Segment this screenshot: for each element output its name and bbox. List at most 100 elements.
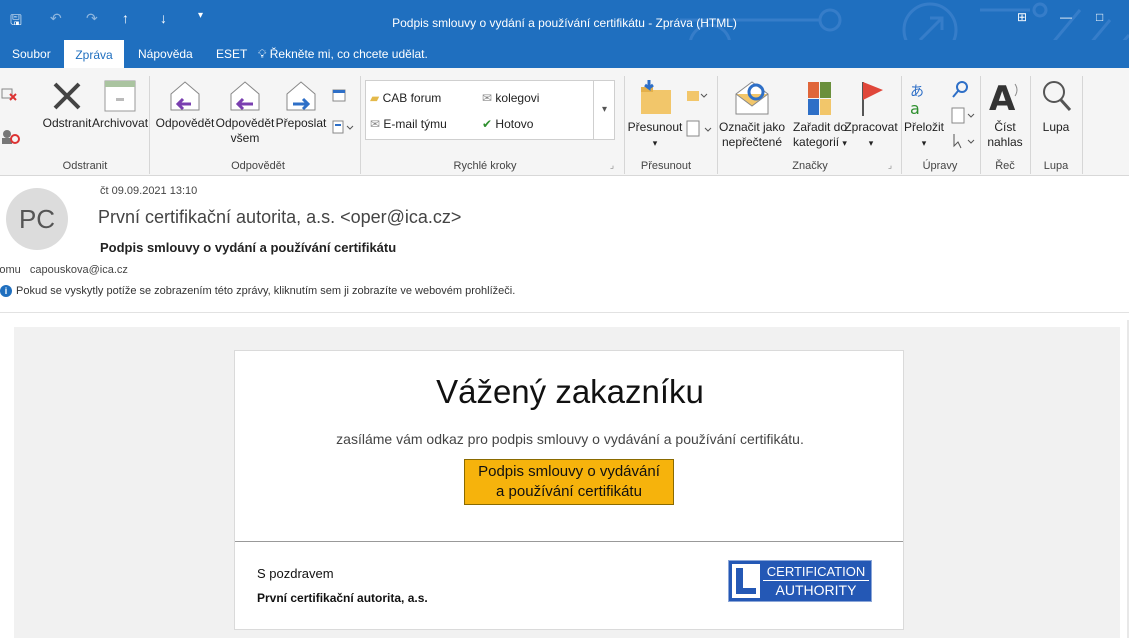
quick-steps-gallery: ▰ CAB forum ✉ kolegovi ✉ E-mail týmu ✔ H… (365, 80, 615, 140)
read-aloud-button[interactable]: A Číst nahlas (982, 78, 1028, 150)
header-divider (0, 312, 1129, 313)
reply-button[interactable]: Odpovědět (154, 78, 216, 131)
divider (1082, 76, 1083, 174)
info-icon: i (0, 285, 12, 297)
message-date: čt 09.09.2021 13:10 (100, 185, 198, 197)
follow-up-dropdown-icon: ▾ (868, 138, 874, 148)
reply-label: Odpovědět (155, 116, 215, 130)
move-dropdown-icon: ▾ (652, 138, 658, 148)
divider (1030, 76, 1031, 174)
group-respond-label: Odpovědět (231, 160, 285, 172)
mark-unread-button[interactable]: Označit jako nepřečtené (718, 78, 786, 150)
quick-step-email-team[interactable]: ✉ E-mail týmu (370, 117, 447, 131)
delete-button[interactable]: Odstranit (38, 78, 96, 131)
read-aloud-label-2: nahlas (987, 135, 1023, 149)
translate-button[interactable]: あa Přeložit ▾ (902, 78, 946, 151)
zoom-icon (1043, 81, 1072, 112)
minimize-button[interactable]: — (1060, 10, 1072, 24)
tab-eset[interactable]: ESET (216, 40, 247, 68)
ribbon: Odstranit Archivovat Odstranit Odpovědět… (0, 68, 1129, 176)
info-bar[interactable]: i Pokud se vyskytly potíže se zobrazením … (0, 285, 515, 297)
tab-soubor[interactable]: Soubor (12, 40, 51, 68)
actions-icon[interactable] (686, 120, 712, 138)
group-delete-label: Odstranit (62, 160, 108, 172)
checkmark-icon: ✔ (482, 117, 493, 131)
title-bar: 🖫 ↶ ↷ ↑ ↓ ▾ Podpis smlouvy o vydání a po… (0, 0, 1129, 40)
mark-unread-label-1: Označit jako (718, 120, 786, 134)
email-forward-icon: ✉ (482, 91, 493, 105)
move-label: Přesunout (627, 120, 683, 134)
divider (149, 76, 150, 174)
cta-line-2: a používání certifikátu (496, 483, 642, 500)
archive-icon (104, 80, 136, 112)
follow-up-button[interactable]: Zpracovat ▾ (842, 78, 900, 151)
maximize-button[interactable]: □ (1096, 10, 1103, 24)
email-icon: ✉ (370, 117, 381, 131)
mark-unread-label-2: nepřečtené (721, 135, 783, 149)
recipient[interactable]: capouskova@ica.cz (30, 264, 128, 276)
ribbon-tabs: Soubor Zpráva Nápověda ESET 💡︎ Řekněte m… (0, 40, 1129, 68)
forward-icon (286, 81, 316, 111)
select-icon[interactable] (950, 132, 976, 150)
info-bar-text: Pokud se vyskytly potíže se zobrazením t… (16, 285, 516, 297)
svg-text:あ: あ (910, 84, 924, 100)
group-speech-label: Řeč (995, 160, 1015, 172)
logo-line-1: CERTIFICATION (763, 564, 869, 581)
translate-dropdown-icon: ▾ (921, 138, 927, 148)
svg-text:a: a (910, 99, 920, 118)
read-aloud-label-1: Číst (994, 120, 1016, 134)
flag-icon (862, 82, 883, 116)
content-divider (235, 541, 903, 542)
reply-all-button[interactable]: Odpovědět všem (214, 78, 276, 146)
email-content: Vážený zakazníku zasíláme vám odkaz pro … (234, 350, 904, 630)
tell-me-search[interactable]: 💡︎ Řekněte mi, co chcete udělat. (258, 40, 428, 68)
find-icon[interactable] (950, 80, 970, 100)
ignore-icon[interactable] (0, 86, 18, 102)
quick-step-done[interactable]: ✔ Hotovo (482, 117, 533, 131)
tab-zprava[interactable]: Zpráva (64, 40, 124, 68)
translate-label: Přeložit (903, 120, 944, 134)
logo-line-2: AUTHORITY (775, 582, 857, 598)
zoom-button[interactable]: Lupa (1034, 78, 1078, 135)
reply-all-icon (230, 81, 260, 111)
translate-icon: あa (910, 84, 924, 118)
ribbon-display-icon[interactable]: ⊞ (1017, 10, 1027, 24)
related-icon[interactable] (950, 106, 976, 126)
meeting-icon[interactable] (332, 88, 346, 102)
mark-unread-icon (735, 81, 769, 115)
forward-label: Přeposlat (275, 116, 327, 130)
more-respond-icon[interactable] (332, 120, 354, 134)
tags-launcher-icon[interactable]: ⌟ (885, 160, 895, 171)
divider (360, 76, 361, 174)
avatar: PC (6, 188, 68, 250)
group-move-label: Přesunout (640, 160, 692, 172)
categorize-label-2: kategorií (793, 135, 840, 149)
zoom-label: Lupa (1042, 120, 1070, 134)
quick-steps-scroll[interactable]: ▾ (593, 80, 615, 140)
divider (980, 76, 981, 174)
read-aloud-icon: A (989, 79, 1018, 118)
forward-button[interactable]: Přeposlat (275, 78, 327, 131)
quick-step-cab-forum[interactable]: ▰ CAB forum (370, 91, 441, 105)
quick-step-colleagues[interactable]: ✉ kolegovi (482, 91, 539, 105)
quick-steps-launcher-icon[interactable]: ⌟ (607, 160, 617, 171)
tab-napoveda[interactable]: Nápověda (138, 40, 193, 68)
rules-icon[interactable] (686, 88, 708, 104)
email-greeting: Vážený zakazníku (436, 373, 704, 410)
group-tags-label: Značky (792, 160, 828, 172)
cta-line-1: Podpis smlouvy o vydávání (478, 463, 660, 480)
delete-icon (53, 82, 81, 110)
archive-label: Archivovat (92, 116, 149, 130)
sign-contract-link-button[interactable]: Podpis smlouvy o vydávání a používání ce… (464, 459, 674, 505)
tell-me-label: Řekněte mi, co chcete udělat. (269, 47, 428, 61)
follow-up-label: Zpracovat (844, 120, 898, 134)
sender[interactable]: První certifikační autorita, a.s. <oper@… (98, 207, 461, 228)
move-button[interactable]: Přesunout ▾ (624, 78, 686, 151)
archive-button[interactable]: Archivovat (92, 78, 148, 131)
junk-icon[interactable] (0, 128, 26, 144)
ica-logo: CERTIFICATION AUTHORITY (728, 560, 872, 602)
company-name: První certifikační autorita, a.s. (257, 591, 428, 605)
email-lead-text: zasíláme vám odkaz pro podpis smlouvy o … (336, 431, 804, 447)
recipients-row: Komu capouskova@ica.cz (0, 264, 128, 276)
folder-icon: ▰ (370, 91, 380, 105)
